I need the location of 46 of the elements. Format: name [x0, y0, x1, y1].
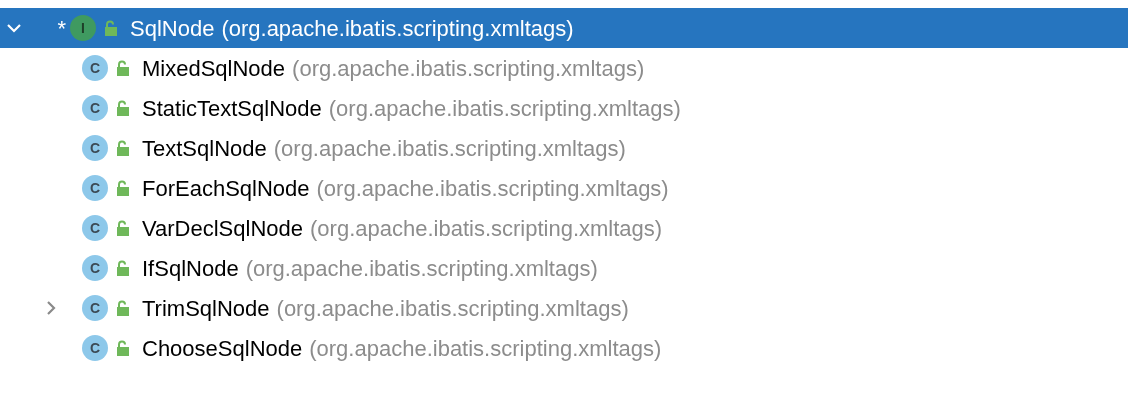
tree-row[interactable]: * I SqlNode (org.apache.ibatis.scripting.xmltags) [0, 8, 1128, 48]
class-name: ForEachSqlNode [142, 174, 310, 203]
lock-icon [116, 140, 130, 156]
class-icon: C [82, 175, 108, 201]
class-name: TrimSqlNode [142, 294, 270, 323]
class-name: ChooseSqlNode [142, 334, 303, 363]
package-name: (org.apache.ibatis.scripting.xmltags) [310, 214, 663, 243]
tree-row[interactable]: C StaticTextSqlNode (org.apache.ibatis.scripting.xmltags) [0, 88, 1128, 128]
package-name: (org.apache.ibatis.scripting.xmltags) [328, 94, 681, 123]
lock-icon [116, 260, 130, 276]
class-icon: C [82, 135, 108, 161]
lock-icon [116, 60, 130, 76]
lock-icon [116, 300, 130, 316]
package-name: (org.apache.ibatis.scripting.xmltags) [316, 174, 669, 203]
tree-row[interactable]: C VarDeclSqlNode (org.apache.ibatis.scripting.xmltags) [0, 208, 1128, 248]
tree-row[interactable]: C TextSqlNode (org.apache.ibatis.scripting.xmltags) [0, 128, 1128, 168]
lock-icon [116, 180, 130, 196]
class-icon: C [82, 335, 108, 361]
class-name: TextSqlNode [142, 134, 267, 163]
package-name: (org.apache.ibatis.scripting.xmltags) [309, 334, 662, 363]
tree-row[interactable]: C MixedSqlNode (org.apache.ibatis.scripting.xmltags) [0, 48, 1128, 88]
package-name: (org.apache.ibatis.scripting.xmltags) [273, 134, 626, 163]
tree-row[interactable]: C TrimSqlNode (org.apache.ibatis.scripting.xmltags) [0, 288, 1128, 328]
class-icon: C [82, 95, 108, 121]
tree-row[interactable]: C IfSqlNode (org.apache.ibatis.scripting.xmltags) [0, 248, 1128, 288]
tree-row[interactable]: C ChooseSqlNode (org.apache.ibatis.scripting.xmltags) [0, 328, 1128, 368]
class-name: MixedSqlNode [142, 54, 286, 83]
package-name: (org.apache.ibatis.scripting.xmltags) [292, 54, 645, 83]
class-name: VarDeclSqlNode [142, 214, 303, 243]
class-icon: C [82, 295, 108, 321]
lock-icon [104, 20, 118, 36]
lock-icon [116, 340, 130, 356]
class-name: IfSqlNode [142, 254, 239, 283]
tree-row[interactable]: C ForEachSqlNode (org.apache.ibatis.scripting.xmltags) [0, 168, 1128, 208]
class-icon: C [82, 255, 108, 281]
class-name: StaticTextSqlNode [142, 94, 322, 123]
package-name: (org.apache.ibatis.scripting.xmltags) [221, 14, 574, 43]
class-icon: C [82, 215, 108, 241]
class-icon: C [82, 55, 108, 81]
interface-icon: I [70, 15, 96, 41]
modified-marker: * [57, 14, 66, 43]
lock-icon [116, 100, 130, 116]
class-name: SqlNode [130, 14, 215, 43]
lock-icon [116, 220, 130, 236]
package-name: (org.apache.ibatis.scripting.xmltags) [276, 294, 629, 323]
package-name: (org.apache.ibatis.scripting.xmltags) [245, 254, 598, 283]
